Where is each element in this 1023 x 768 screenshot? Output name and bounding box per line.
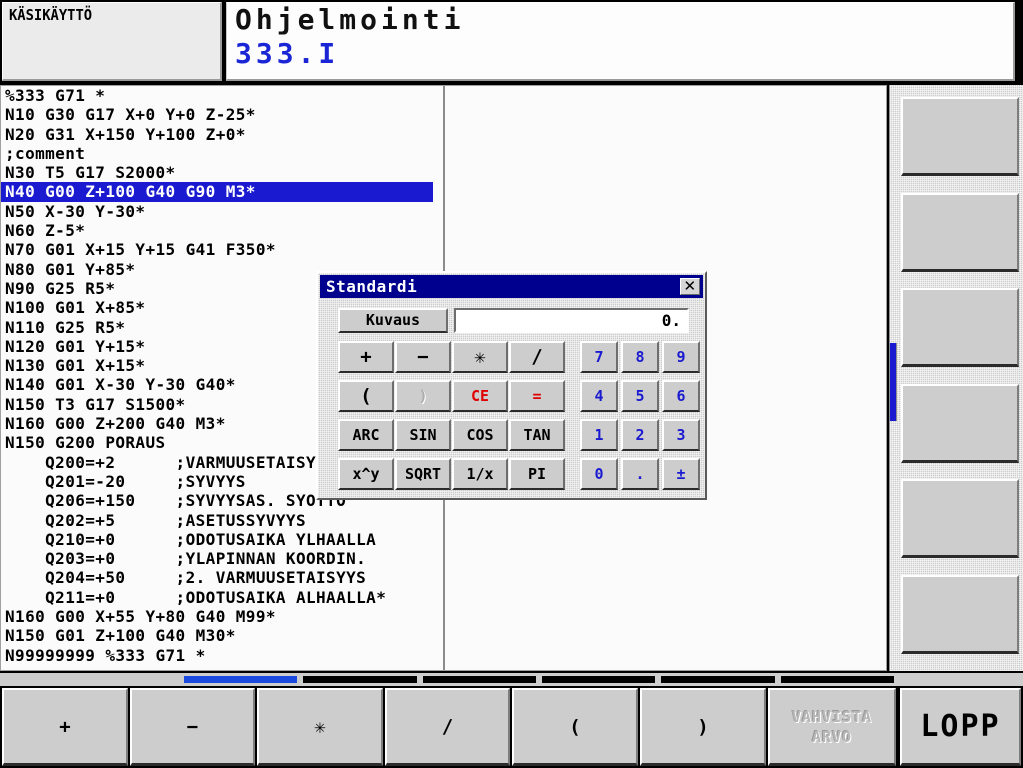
calc-key-SQRT[interactable]: SQRT — [395, 458, 451, 490]
header-bar: KÄSIKÄYTTÖ Ohjelmointi 333.I — [0, 0, 1023, 85]
program-line[interactable]: Q203=+0 ;YLAPINNAN KOORDIN. — [1, 549, 443, 568]
bottom-softkey-1[interactable]: + — [2, 688, 128, 766]
calc-key-1[interactable]: 1 — [580, 419, 618, 451]
bottom-softkey-5[interactable]: ( — [512, 688, 638, 766]
calc-key-PI[interactable]: PI — [509, 458, 565, 490]
softkey-label-line: + — [59, 715, 71, 738]
calc-key-COS[interactable]: COS — [452, 419, 508, 451]
calculator-title-bar: Standardi ✕ — [320, 275, 703, 298]
description-button[interactable]: Kuvaus — [338, 308, 448, 333]
calc-key-0[interactable]: 0 — [580, 458, 618, 490]
program-line[interactable]: N160 G00 X+55 Y+80 G40 M99* — [1, 607, 443, 626]
calc-key-2[interactable]: 2 — [621, 419, 659, 451]
bottom-softkey-row: + − ✳ ∕ () VAHVISTA ARVO LOPP — [0, 686, 1023, 768]
calculator-display[interactable]: 0. — [454, 308, 689, 333]
title-box: Ohjelmointi 333.I — [226, 2, 1015, 81]
calc-key-7[interactable]: 7 — [580, 341, 618, 373]
calc-key-[interactable]: = — [509, 380, 565, 412]
softkey-page-indicator — [0, 673, 1023, 686]
program-line[interactable]: Q202=+5 ;ASETUSSYVYYS — [1, 511, 443, 530]
softkey-label-line: ∕ — [441, 715, 454, 738]
program-line-selected[interactable]: N40 G00 Z+100 G40 G90 M3* — [1, 182, 433, 202]
calc-key-[interactable]: . — [621, 458, 659, 490]
program-line[interactable]: %333 G71 * — [1, 86, 443, 105]
bottom-softkey-4[interactable]: ∕ — [385, 688, 510, 766]
calc-key-ARC[interactable]: ARC — [338, 419, 394, 451]
indicator-segment-active — [184, 676, 298, 683]
calc-key-8[interactable]: 8 — [621, 341, 659, 373]
page-title: Ohjelmointi — [235, 3, 465, 36]
right-softkey-3[interactable] — [901, 288, 1019, 367]
calc-key-: ) — [395, 380, 451, 412]
softkey-scroll-indicator — [890, 343, 897, 421]
program-line[interactable]: N50 X-30 Y-30* — [1, 202, 443, 221]
program-line[interactable]: ;comment — [1, 144, 443, 163]
calc-key-[interactable]: ∕ — [509, 341, 565, 373]
softkey-label-line: − — [186, 715, 199, 738]
calc-key-[interactable]: ( — [338, 380, 394, 412]
cnc-control-screen: KÄSIKÄYTTÖ Ohjelmointi 333.I %333 G71 * N… — [0, 0, 1023, 768]
indicator-segment — [422, 676, 536, 683]
right-softkey-4[interactable] — [901, 384, 1019, 463]
indicator-segment — [303, 676, 417, 683]
calculator-dialog[interactable]: Standardi ✕ Kuvaus 0. + − ✳ ∕ () CE = ARC SIN COS… — [316, 271, 707, 500]
operating-mode-label: KÄSIKÄYTTÖ — [9, 6, 93, 24]
right-softkey-column — [889, 85, 1023, 671]
calc-key-9[interactable]: 9 — [662, 341, 700, 373]
program-line[interactable]: N60 Z-5* — [1, 221, 443, 240]
calc-key-[interactable]: − — [395, 341, 451, 373]
program-line[interactable]: N150 G01 Z+100 G40 M30* — [1, 626, 443, 645]
softkey-label-line: ✳ — [314, 715, 326, 738]
indicator-segment — [780, 676, 894, 683]
calc-key-[interactable]: + — [338, 341, 394, 373]
calc-key-[interactable]: ✳ — [452, 341, 508, 373]
right-softkey-1[interactable] — [901, 97, 1019, 176]
close-icon[interactable]: ✕ — [680, 278, 700, 295]
calc-key-CE[interactable]: CE — [452, 380, 508, 412]
program-line[interactable]: N70 G01 X+15 Y+15 G41 F350* — [1, 240, 443, 259]
bottom-softkey-8[interactable]: LOPP — [900, 688, 1021, 766]
indicator-segment — [661, 676, 775, 683]
bottom-softkey-6[interactable]: ) — [640, 688, 766, 766]
calc-key-5[interactable]: 5 — [621, 380, 659, 412]
program-line[interactable]: N99999999 %333 G71 * — [1, 646, 443, 665]
softkey-label-line: ) — [697, 715, 709, 738]
softkey-label-line: LOPP — [920, 708, 1001, 744]
softkey-label-line: ARVO — [811, 727, 853, 746]
calc-key-[interactable]: ± — [662, 458, 700, 490]
right-softkey-2[interactable] — [901, 193, 1019, 272]
program-name: 333.I — [235, 37, 340, 70]
operating-mode-box: KÄSIKÄYTTÖ — [2, 2, 222, 81]
calc-key-1x[interactable]: 1/x — [452, 458, 508, 490]
calculator-title-label: Standardi — [326, 277, 418, 296]
bottom-softkey-3[interactable]: ✳ — [257, 688, 383, 766]
calc-key-xy[interactable]: x^y — [338, 458, 394, 490]
calc-key-TAN[interactable]: TAN — [509, 419, 565, 451]
calc-key-3[interactable]: 3 — [662, 419, 700, 451]
right-softkey-5[interactable] — [901, 479, 1019, 558]
program-line[interactable]: Q204=+50 ;2. VARMUUSETAISYYS — [1, 568, 443, 587]
program-line[interactable]: N20 G31 X+150 Y+100 Z+0* — [1, 125, 443, 144]
bottom-softkey-2[interactable]: − — [130, 688, 255, 766]
indicator-segment — [542, 676, 656, 683]
softkey-label-line: VAHVISTA — [791, 707, 873, 726]
bottom-softkey-7: VAHVISTA ARVO — [768, 688, 896, 766]
calc-key-4[interactable]: 4 — [580, 380, 618, 412]
softkey-label-line: ( — [569, 715, 581, 738]
calc-key-SIN[interactable]: SIN — [395, 419, 451, 451]
program-line[interactable]: Q211=+0 ;ODOTUSAIKA ALHAALLA* — [1, 588, 443, 607]
calc-key-6[interactable]: 6 — [662, 380, 700, 412]
program-line[interactable]: N10 G30 G17 X+0 Y+0 Z-25* — [1, 105, 443, 124]
program-line[interactable]: Q210=+0 ;ODOTUSAIKA YLHAALLA — [1, 530, 443, 549]
right-softkey-6[interactable] — [901, 575, 1019, 654]
program-line[interactable]: N30 T5 G17 S2000* — [1, 163, 443, 182]
